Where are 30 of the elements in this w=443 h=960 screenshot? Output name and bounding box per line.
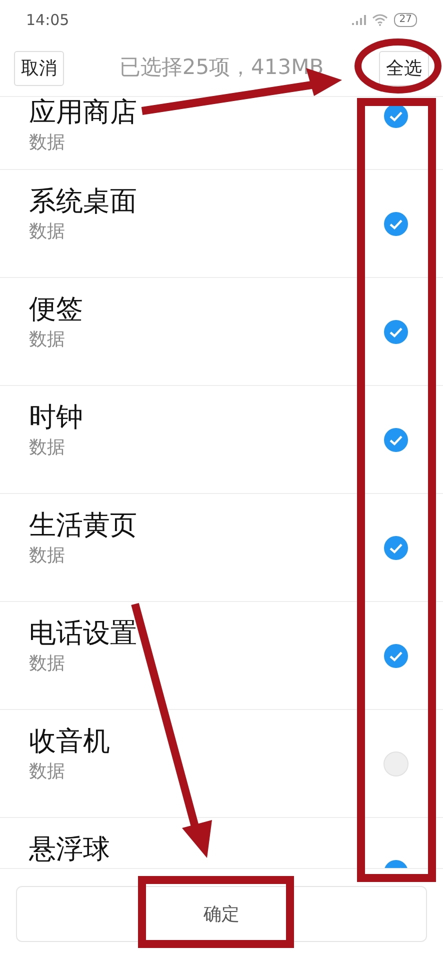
checkbox[interactable] xyxy=(383,751,409,777)
checkbox[interactable] xyxy=(383,643,409,669)
item-subtitle: 数据 xyxy=(29,328,65,352)
item-title: 系统桌面 xyxy=(29,186,137,218)
selection-summary: 已选择25项，413MB xyxy=(118,54,325,82)
signal-icon xyxy=(352,15,366,25)
checkbox[interactable] xyxy=(383,211,409,237)
item-subtitle: 数据 xyxy=(29,760,65,784)
item-title: 收音机 xyxy=(29,726,110,758)
wifi-icon xyxy=(372,14,388,26)
item-title: 悬浮球 xyxy=(29,834,110,866)
item-title: 应用商店 xyxy=(29,97,137,129)
item-subtitle: 数据 xyxy=(29,220,65,244)
status-time: 14:05 xyxy=(26,10,70,31)
confirm-button[interactable]: 确定 xyxy=(16,886,427,942)
item-subtitle: 数据 xyxy=(29,131,65,155)
item-title: 时钟 xyxy=(29,402,83,434)
item-title: 生活黄页 xyxy=(29,510,137,542)
checkbox[interactable] xyxy=(383,427,409,453)
battery-level: 27 xyxy=(394,13,417,27)
item-subtitle: 数据 xyxy=(29,652,65,676)
item-subtitle: 数据 xyxy=(29,544,65,568)
item-title: 便签 xyxy=(29,294,83,326)
item-title: 电话设置 xyxy=(29,618,137,650)
checkbox[interactable] xyxy=(383,103,409,129)
checkbox[interactable] xyxy=(383,535,409,561)
select-all-button[interactable]: 全选 xyxy=(379,50,429,86)
item-subtitle: 数据 xyxy=(29,436,65,460)
cancel-button[interactable]: 取消 xyxy=(14,50,64,86)
checkbox[interactable] xyxy=(383,319,409,345)
